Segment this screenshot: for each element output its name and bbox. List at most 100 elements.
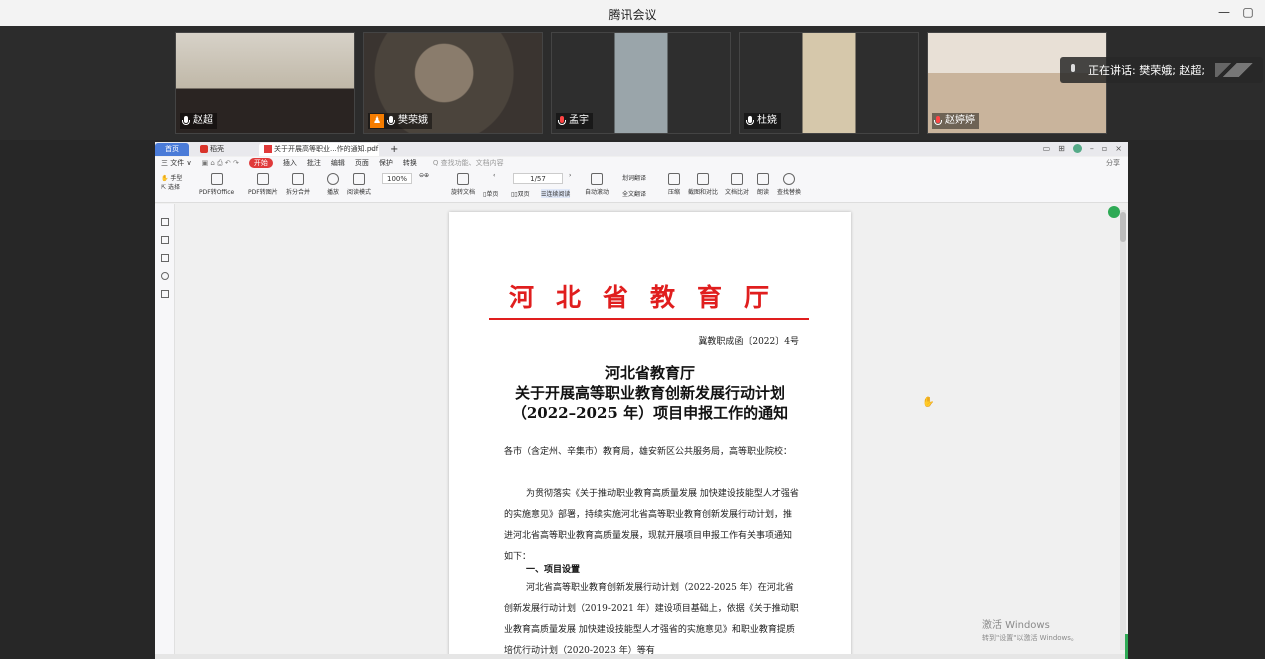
- menu-convert[interactable]: 转换: [403, 158, 417, 168]
- video-tile-4[interactable]: 杜娆: [739, 32, 919, 134]
- pdf-to-image-button[interactable]: PDF转图片: [248, 173, 278, 196]
- video-tile-5[interactable]: 赵婷婷: [927, 32, 1107, 134]
- watermark-line-2: 转到"设置"以激活 Windows。: [982, 634, 1078, 642]
- new-tab-button[interactable]: +: [385, 143, 399, 156]
- search-icon: [783, 173, 795, 185]
- play-button[interactable]: 播放: [327, 173, 339, 196]
- watermark-line-1: 激活 Windows: [982, 620, 1050, 631]
- toolbar-ribbon: ✋ 手型 ⇱ 选择 PDF转Office PDF转图片 拆分合并 播放 阅读模式…: [155, 169, 1128, 203]
- attachment-icon[interactable]: [161, 272, 169, 280]
- left-sidebar: [155, 204, 175, 659]
- tab-pdf-document[interactable]: 关于开展高等职业...作的通知.pdf ×: [259, 143, 379, 156]
- compress-button[interactable]: 压缩: [668, 173, 680, 196]
- menu-file[interactable]: 三 文件 ∨: [161, 158, 192, 168]
- section-heading: 一、项目设置: [526, 565, 581, 575]
- tool-label: 阅读模式: [347, 189, 372, 196]
- menu-comment[interactable]: 批注: [307, 158, 321, 168]
- search-input[interactable]: Q 查找功能、文档内容: [433, 158, 504, 168]
- speaking-indicator: 正在讲话: 樊荣娥; 赵超;: [1060, 57, 1264, 83]
- share-button[interactable]: 分享: [1106, 158, 1120, 168]
- grid-icon[interactable]: ⊞: [1058, 144, 1065, 153]
- video-tile-1[interactable]: 赵超: [175, 32, 355, 134]
- signature-icon[interactable]: [161, 290, 169, 298]
- compare-button[interactable]: 文档比对: [725, 173, 749, 196]
- screenshot-button[interactable]: 截图和对比: [688, 173, 718, 196]
- participant-name: 杜娆: [757, 115, 777, 126]
- participant-label: 赵超: [180, 113, 217, 129]
- avatar[interactable]: [1072, 144, 1082, 153]
- title-bar: 腾讯会议 — ▢: [0, 0, 1265, 26]
- zoom-select[interactable]: 100%: [382, 173, 412, 184]
- docer-icon: [200, 145, 208, 153]
- participant-name: 赵婷婷: [945, 115, 975, 126]
- pdf-to-office-button[interactable]: PDF转Office: [199, 173, 234, 196]
- next-page-button[interactable]: ›: [569, 172, 571, 179]
- video-tile-2[interactable]: ♟ 樊荣娥: [363, 32, 543, 134]
- tool-label: 双页: [517, 191, 530, 198]
- close-icon[interactable]: ×: [1115, 144, 1122, 153]
- single-page-button[interactable]: ▯单页: [483, 189, 498, 198]
- video-tile-3[interactable]: 孟宇: [551, 32, 731, 134]
- comment-icon[interactable]: [161, 254, 169, 262]
- read-aloud-button[interactable]: 朗读: [757, 173, 769, 196]
- pdf-page: 河北省教育厅 冀教职成函〔2022〕4号 河北省教育厅 关于开展高等职业教育创新…: [449, 212, 851, 659]
- tab-label: 关于开展高等职业...作的通知.pdf: [274, 145, 379, 153]
- vertical-scrollbar[interactable]: [1120, 210, 1126, 650]
- window-controls: ▭ ⊞ – ▫ ×: [1043, 144, 1122, 153]
- quick-tools-icon[interactable]: ▣ ⌂ ⎙ ↶ ↷: [202, 159, 239, 168]
- speaker-mic-icon: [1068, 64, 1078, 76]
- close-icon[interactable]: ×: [369, 143, 375, 156]
- participant-label: 赵婷婷: [932, 113, 979, 129]
- split-merge-button[interactable]: 拆分合并: [286, 173, 310, 196]
- tab-docer[interactable]: 稻壳: [195, 143, 247, 156]
- find-replace-button[interactable]: 查找替换: [777, 173, 801, 196]
- intro-paragraph: 为贯彻落实《关于推动职业教育高质量发展 加快建设技能型人才强省的实施意见》部署，…: [504, 489, 799, 562]
- tool-label: 截图和对比: [688, 189, 719, 196]
- minimize-icon[interactable]: –: [1090, 144, 1094, 153]
- translate-group[interactable]: 划词翻译 全文翻译: [622, 173, 646, 198]
- play-icon: [327, 173, 339, 185]
- thumbnail-icon[interactable]: [161, 236, 169, 244]
- hand-tool[interactable]: ✋ 手型 ⇱ 选择: [161, 173, 182, 191]
- meeting-logo-icon: [1215, 63, 1256, 77]
- menu-protect[interactable]: 保护: [379, 158, 393, 168]
- book-icon: [353, 173, 365, 185]
- rotate-button[interactable]: 旋转文档: [451, 173, 475, 196]
- tab-home[interactable]: 首页: [155, 143, 189, 156]
- restore-icon[interactable]: ▫: [1102, 144, 1107, 153]
- double-page-button[interactable]: ▯▯双页: [511, 189, 530, 198]
- menu-insert[interactable]: 插入: [283, 158, 297, 168]
- continuous-button[interactable]: ☰连续阅读: [541, 189, 571, 198]
- mic-muted-icon: [558, 115, 566, 127]
- tool-label: PDF转Office: [199, 189, 235, 196]
- tool-label: 压缩: [668, 189, 681, 196]
- select-icon: ⇱: [161, 184, 167, 191]
- tool-label: 单页: [486, 191, 499, 198]
- read-mode-button[interactable]: 阅读模式: [347, 173, 371, 196]
- title-line-1: 河北省教育厅: [604, 364, 695, 382]
- prev-page-button[interactable]: ‹: [493, 172, 495, 179]
- window-title: 腾讯会议: [608, 8, 657, 22]
- tool-label: 播放: [327, 189, 340, 196]
- menu-edit[interactable]: 编辑: [331, 158, 345, 168]
- page-number-input[interactable]: 1/57: [513, 173, 563, 184]
- mic-icon: [746, 115, 754, 127]
- menu-start[interactable]: 开始: [248, 158, 273, 168]
- zoom-controls[interactable]: ⊖⊕: [419, 172, 429, 179]
- screenshot-icon: [697, 173, 709, 185]
- scrollbar-thumb[interactable]: [1120, 212, 1126, 242]
- layout-icon[interactable]: ▭: [1043, 144, 1051, 153]
- zoom-in-icon[interactable]: ⊕: [424, 172, 429, 179]
- minimize-button[interactable]: —: [1216, 4, 1232, 20]
- status-bar: [155, 654, 1128, 659]
- auto-scroll-button[interactable]: 自动滚动: [585, 173, 609, 196]
- tool-label: 全文翻译: [622, 191, 647, 198]
- document-header: 河北省教育厅: [508, 283, 791, 312]
- assistant-icon[interactable]: [1108, 206, 1120, 218]
- scroll-icon: [591, 173, 603, 185]
- hand-icon: ✋: [161, 175, 169, 182]
- restore-button[interactable]: ▢: [1240, 4, 1256, 20]
- bookmark-icon[interactable]: [161, 218, 169, 226]
- menu-page[interactable]: 页面: [355, 158, 369, 168]
- document-canvas[interactable]: 河北省教育厅 冀教职成函〔2022〕4号 河北省教育厅 关于开展高等职业教育创新…: [176, 204, 1128, 659]
